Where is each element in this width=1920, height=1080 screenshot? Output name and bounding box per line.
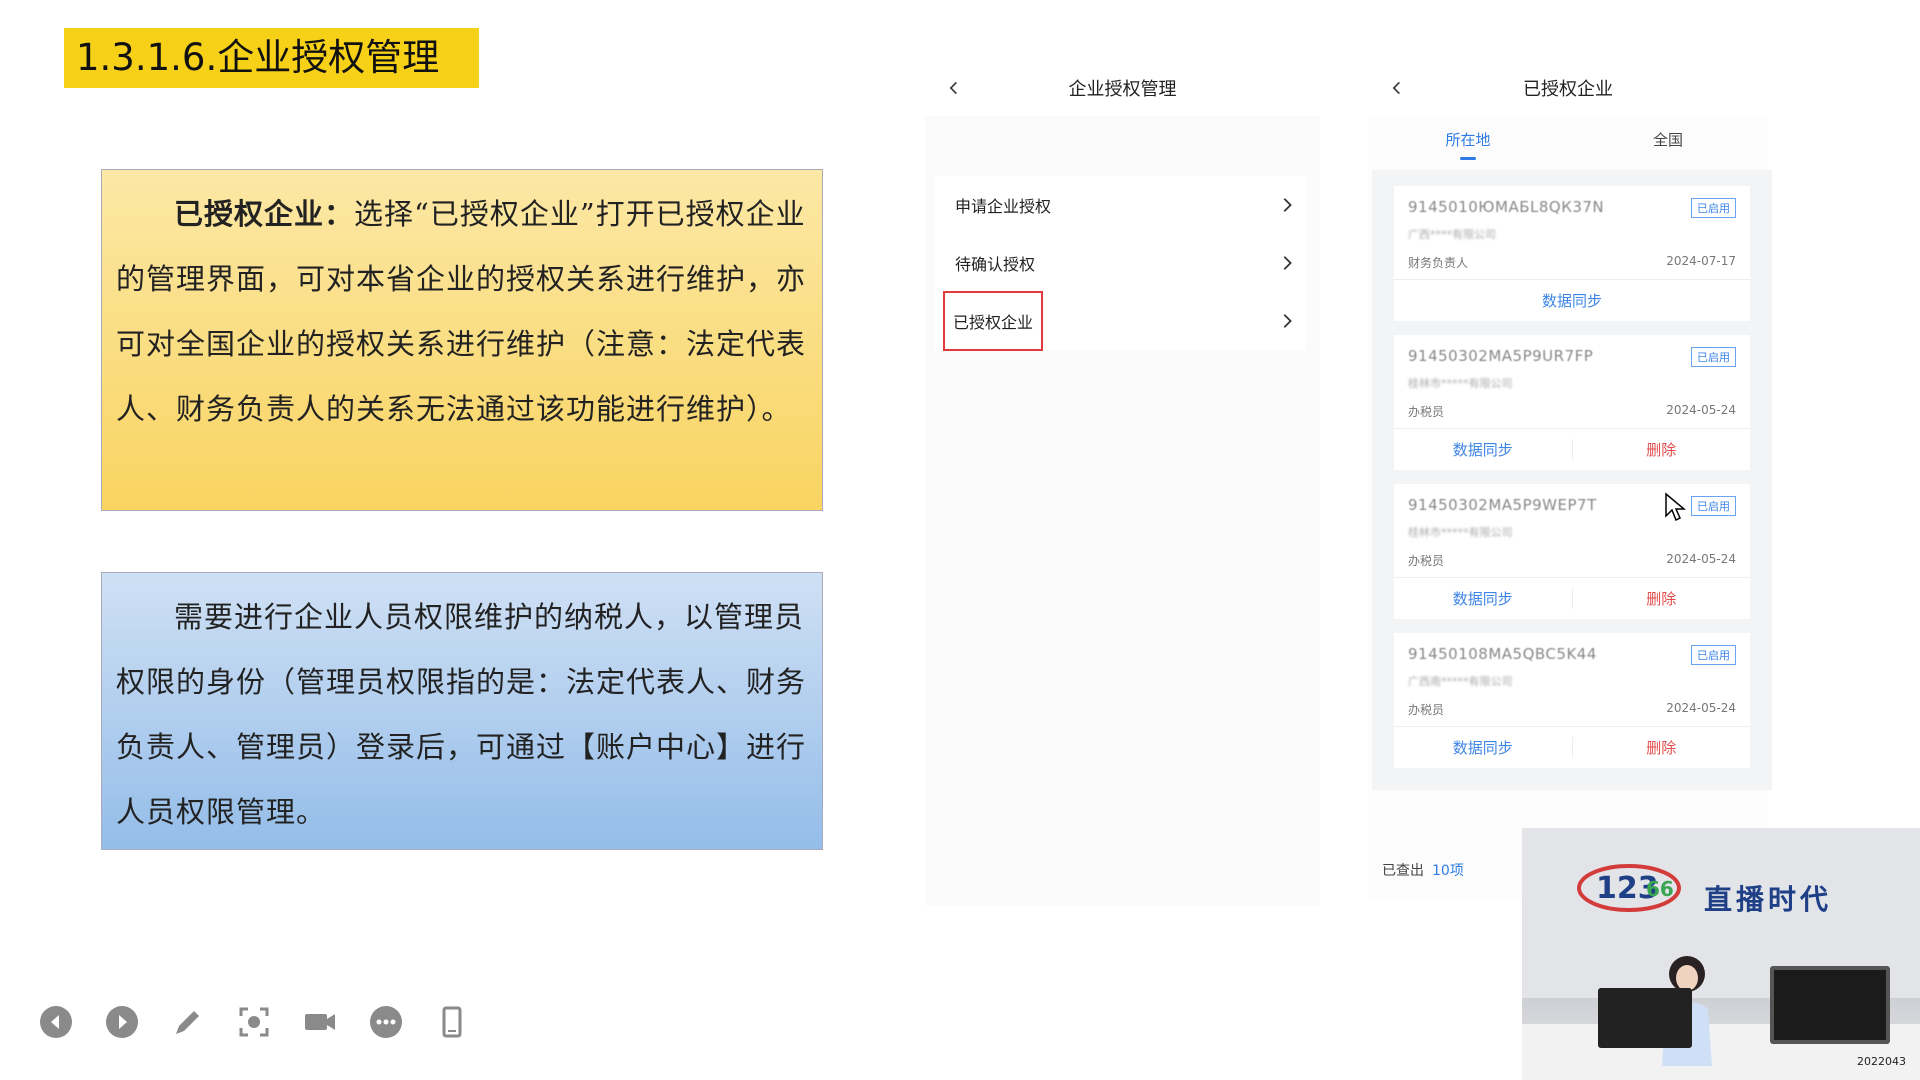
result-count: 已查出 10项 bbox=[1382, 860, 1464, 880]
role-label: 财务负责人 bbox=[1408, 256, 1469, 270]
tab-local[interactable]: 所在地 bbox=[1368, 118, 1568, 160]
company-card-body: 9145010ЮМАБL8QК37N 广西****有限公司 已启用 财务负责人 … bbox=[1394, 186, 1750, 279]
pen-icon[interactable] bbox=[168, 1002, 208, 1042]
credit-code: 91450302MA5P9UR7FP bbox=[1408, 347, 1594, 365]
back-icon[interactable] bbox=[1386, 76, 1408, 100]
status-badge: 已启用 bbox=[1691, 198, 1736, 218]
sync-data-button[interactable]: 数据同步 bbox=[1394, 290, 1750, 311]
delete-button[interactable]: 删除 bbox=[1571, 439, 1751, 460]
explanation-box-permissions: 需要进行企业人员权限维护的纳税人，以管理员权限的身份（管理员权限指的是：法定代表… bbox=[101, 572, 823, 850]
date-label: 2024-05-24 bbox=[1666, 403, 1736, 417]
region-tabs: 所在地 全国 bbox=[1368, 118, 1768, 160]
card-actions: 数据同步 删除 bbox=[1394, 726, 1750, 768]
menu-item-apply-authorization[interactable]: 申请企业授权 bbox=[935, 176, 1306, 234]
card-actions: 数据同步 bbox=[1394, 279, 1750, 321]
role-label: 办税员 bbox=[1408, 703, 1445, 717]
menu-item-label: 申请企业授权 bbox=[955, 197, 1052, 216]
explanation-lead: 已授权企业： bbox=[174, 197, 355, 231]
role-label: 办税员 bbox=[1408, 405, 1445, 419]
sync-data-button[interactable]: 数据同步 bbox=[1394, 737, 1572, 758]
result-count-label: 已查出 bbox=[1382, 863, 1424, 879]
logo-text: 直播时代 bbox=[1704, 883, 1833, 916]
company-name: 广西****有限公司 bbox=[1408, 228, 1496, 241]
phone2-header: 已授权企业 bbox=[1368, 60, 1768, 116]
phone-icon[interactable] bbox=[432, 1002, 472, 1042]
chevron-right-icon bbox=[1283, 198, 1292, 212]
phone1-title: 企业授权管理 bbox=[1068, 79, 1177, 100]
status-badge: 已启用 bbox=[1691, 645, 1736, 665]
company-card: 9145010ЮМАБL8QК37N 广西****有限公司 已启用 财务负责人 … bbox=[1394, 186, 1750, 321]
date-label: 2024-07-17 bbox=[1666, 254, 1736, 268]
menu-item-label: 已授权企业 bbox=[943, 291, 1044, 351]
authorization-menu: 申请企业授权 待确认授权 已授权企业 bbox=[935, 176, 1306, 351]
company-card-body: 91450302MA5P9WEP7T 桂林市*****有限公司 已启用 办税员 … bbox=[1394, 484, 1750, 577]
presentation-controls bbox=[36, 998, 472, 1046]
card-meta: 办税员 2024-05-24 bbox=[1408, 403, 1736, 420]
company-card-body: 91450108MA5QBC5K44 广西南*****有限公司 已启用 办税员 … bbox=[1394, 633, 1750, 726]
delete-button[interactable]: 删除 bbox=[1571, 588, 1751, 609]
chevron-right-icon bbox=[1283, 314, 1292, 328]
tab-national[interactable]: 全国 bbox=[1568, 118, 1768, 160]
explanation-box-authorized: 已授权企业：选择“已授权企业”打开已授权企业的管理界面，可对本省企业的授权关系进… bbox=[101, 169, 823, 511]
result-count-value: 10项 bbox=[1432, 863, 1464, 879]
delete-button[interactable]: 删除 bbox=[1571, 737, 1751, 758]
phone2-title: 已授权企业 bbox=[1523, 79, 1613, 100]
logo-icon: 123 66 bbox=[1577, 864, 1681, 912]
explanation-text: 选择“已授权企业”打开已授权企业的管理界面，可对本省企业的授权关系进行维护，亦可… bbox=[116, 197, 807, 426]
menu-item-label: 待确认授权 bbox=[955, 255, 1036, 274]
company-card: 91450302MA5P9WEP7T 桂林市*****有限公司 已启用 办税员 … bbox=[1394, 484, 1750, 619]
card-actions: 数据同步 删除 bbox=[1394, 577, 1750, 619]
phone1-header: 企业授权管理 bbox=[925, 60, 1320, 116]
status-badge: 已启用 bbox=[1691, 347, 1736, 367]
svg-text:66: 66 bbox=[1646, 877, 1674, 901]
sync-data-button[interactable]: 数据同步 bbox=[1394, 588, 1572, 609]
credit-code: 91450302MA5P9WEP7T bbox=[1408, 496, 1597, 514]
company-name: 广西南*****有限公司 bbox=[1408, 675, 1513, 688]
company-card: 91450302MA5P9UR7FP 桂林市*****有限公司 已启用 办税员 … bbox=[1394, 335, 1750, 470]
date-label: 2024-05-24 bbox=[1666, 701, 1736, 715]
explanation-paragraph: 已授权企业：选择“已授权企业”打开已授权企业的管理界面，可对本省企业的授权关系进… bbox=[116, 182, 808, 442]
company-card-body: 91450302MA5P9UR7FP 桂林市*****有限公司 已启用 办税员 … bbox=[1394, 335, 1750, 428]
menu-item-authorized-companies[interactable]: 已授权企业 bbox=[935, 291, 1306, 351]
mouse-cursor-icon bbox=[1665, 492, 1686, 522]
sync-data-button[interactable]: 数据同步 bbox=[1394, 439, 1572, 460]
menu-item-pending-confirmation[interactable]: 待确认授权 bbox=[935, 234, 1306, 292]
back-icon[interactable] bbox=[943, 76, 965, 100]
role-label: 办税员 bbox=[1408, 554, 1445, 568]
more-icon[interactable] bbox=[366, 1002, 406, 1042]
webcam-inset: 123 66 直播时代 2022043 bbox=[1522, 828, 1920, 1080]
phone-screen-authorized-companies: 已授权企业 所在地 全国 9145010ЮМАБL8QК37N 广西****有限… bbox=[1368, 60, 1772, 900]
credit-code: 9145010ЮМАБL8QК37N bbox=[1408, 198, 1605, 216]
screenshot-icon[interactable] bbox=[234, 1002, 274, 1042]
chevron-right-icon bbox=[1283, 256, 1292, 270]
card-actions: 数据同步 删除 bbox=[1394, 428, 1750, 470]
webcam-stamp: 2022043 bbox=[1857, 1055, 1906, 1068]
phone-screen-authorization-menu: 企业授权管理 申请企业授权 待确认授权 已授权企业 bbox=[925, 60, 1320, 905]
credit-code: 91450108MA5QBC5K44 bbox=[1408, 645, 1597, 663]
permissions-text: 需要进行企业人员权限维护的纳税人，以管理员权限的身份（管理员权限指的是：法定代表… bbox=[116, 600, 807, 829]
card-meta: 财务负责人 2024-07-17 bbox=[1408, 254, 1736, 271]
company-name: 桂林市*****有限公司 bbox=[1408, 526, 1513, 539]
card-meta: 办税员 2024-05-24 bbox=[1408, 701, 1736, 718]
slide-title: 1.3.1.6.企业授权管理 bbox=[64, 28, 479, 88]
card-meta: 办税员 2024-05-24 bbox=[1408, 552, 1736, 569]
camera-icon[interactable] bbox=[300, 1002, 340, 1042]
date-label: 2024-05-24 bbox=[1666, 552, 1736, 566]
company-card: 91450108MA5QBC5K44 广西南*****有限公司 已启用 办税员 … bbox=[1394, 633, 1750, 768]
company-list: 9145010ЮМАБL8QК37N 广西****有限公司 已启用 财务负责人 … bbox=[1372, 170, 1772, 790]
next-icon[interactable] bbox=[102, 1002, 142, 1042]
prev-icon[interactable] bbox=[36, 1002, 76, 1042]
laptop bbox=[1598, 988, 1692, 1048]
status-badge: 已启用 bbox=[1691, 496, 1736, 516]
monitor bbox=[1770, 966, 1890, 1044]
company-name: 桂林市*****有限公司 bbox=[1408, 377, 1513, 390]
